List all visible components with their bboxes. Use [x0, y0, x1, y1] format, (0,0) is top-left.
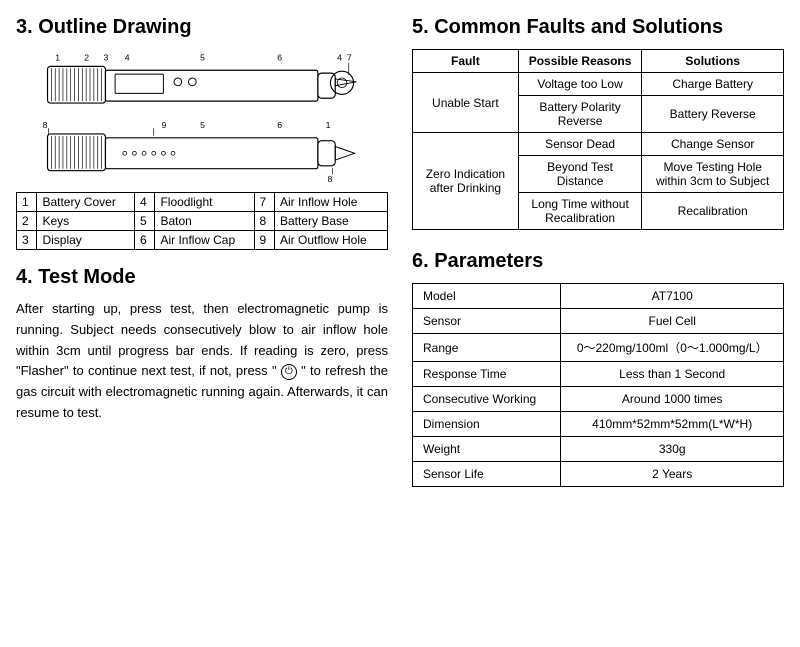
svg-text:1: 1	[326, 120, 331, 130]
part-name-1: Battery Cover	[37, 193, 135, 212]
part-name-3: Display	[37, 231, 135, 250]
faults-section: 5. Common Faults and Solutions Fault Pos…	[412, 16, 784, 230]
part-name-8: Battery Base	[275, 212, 388, 231]
faults-table: Fault Possible Reasons Solutions Unable …	[412, 49, 784, 230]
solution-recalibration: Recalibration	[642, 193, 784, 230]
param-label: Dimension	[413, 412, 561, 437]
param-row: SensorFuel Cell	[413, 309, 784, 334]
part-num-4: 4	[135, 193, 155, 212]
parts-table: 1 Battery Cover 4 Floodlight 7 Air Inflo…	[16, 192, 388, 250]
svg-text:7: 7	[347, 53, 352, 63]
svg-text:9: 9	[161, 120, 166, 130]
part-num-3: 3	[17, 231, 37, 250]
svg-text:5: 5	[200, 53, 205, 63]
solution-move-testing-hole: Move Testing Hole within 3cm to Subject	[642, 156, 784, 193]
part-name-6: Air Inflow Cap	[155, 231, 254, 250]
fault-zero-indication: Zero Indication after Drinking	[413, 133, 519, 230]
param-value: 2 Years	[561, 462, 784, 487]
parameters-title: 6. Parameters	[412, 250, 784, 273]
test-mode-section: 4. Test Mode After starting up, press te…	[16, 266, 388, 424]
part-num-6: 6	[135, 231, 155, 250]
reason-long-time: Long Time without Recalibration	[518, 193, 642, 230]
power-button-icon: ⏻	[281, 364, 297, 380]
svg-text:6: 6	[277, 53, 282, 63]
svg-text:4: 4	[337, 53, 342, 63]
part-num-5: 5	[135, 212, 155, 231]
param-value: 410mm*52mm*52mm(L*W*H)	[561, 412, 784, 437]
param-row: Sensor Life2 Years	[413, 462, 784, 487]
param-row: Weight330g	[413, 437, 784, 462]
solution-battery-reverse: Battery Reverse	[642, 96, 784, 133]
parameters-table: ModelAT7100SensorFuel CellRange0～220mg/1…	[412, 283, 784, 487]
reason-sensor-dead: Sensor Dead	[518, 133, 642, 156]
svg-text:2: 2	[84, 53, 89, 63]
test-mode-body: After starting up, press test, then elec…	[16, 299, 388, 424]
param-label: Model	[413, 284, 561, 309]
part-name-5: Baton	[155, 212, 254, 231]
param-row: Response TimeLess than 1 Second	[413, 362, 784, 387]
param-label: Consecutive Working	[413, 387, 561, 412]
reason-voltage-low: Voltage too Low	[518, 73, 642, 96]
solution-change-sensor: Change Sensor	[642, 133, 784, 156]
part-num-9: 9	[254, 231, 274, 250]
part-name-9: Air Outflow Hole	[275, 231, 388, 250]
part-num-7: 7	[254, 193, 274, 212]
svg-text:1: 1	[55, 53, 60, 63]
param-value: 330g	[561, 437, 784, 462]
solution-charge-battery: Charge Battery	[642, 73, 784, 96]
param-value: Less than 1 Second	[561, 362, 784, 387]
param-row: ModelAT7100	[413, 284, 784, 309]
device-drawing: 1 2 3 4 5 6 4	[16, 49, 388, 189]
parameters-section: 6. Parameters ModelAT7100SensorFuel Cell…	[412, 250, 784, 487]
part-num-2: 2	[17, 212, 37, 231]
param-value: Fuel Cell	[561, 309, 784, 334]
part-num-1: 1	[17, 193, 37, 212]
part-num-8: 8	[254, 212, 274, 231]
svg-text:8: 8	[328, 174, 333, 184]
outline-section: 3. Outline Drawing 1 2 3 4 5 6 4	[16, 16, 388, 250]
param-label: Weight	[413, 437, 561, 462]
param-row: Dimension410mm*52mm*52mm(L*W*H)	[413, 412, 784, 437]
part-name-2: Keys	[37, 212, 135, 231]
param-label: Sensor Life	[413, 462, 561, 487]
param-row: Consecutive WorkingAround 1000 times	[413, 387, 784, 412]
reason-beyond-test-distance: Beyond Test Distance	[518, 156, 642, 193]
param-row: Range0～220mg/100ml（0～1.000mg/L）	[413, 334, 784, 362]
test-mode-title: 4. Test Mode	[16, 266, 388, 289]
faults-title: 5. Common Faults and Solutions	[412, 16, 784, 39]
svg-text:4: 4	[125, 53, 130, 63]
part-name-4: Floodlight	[155, 193, 254, 212]
svg-text:6: 6	[277, 120, 282, 130]
svg-text:8: 8	[43, 120, 48, 130]
outline-title: 3. Outline Drawing	[16, 16, 388, 39]
faults-header-solutions: Solutions	[642, 50, 784, 73]
part-name-7: Air Inflow Hole	[275, 193, 388, 212]
param-value: 0～220mg/100ml（0～1.000mg/L）	[561, 334, 784, 362]
param-value: Around 1000 times	[561, 387, 784, 412]
svg-text:3: 3	[104, 53, 109, 63]
faults-header-fault: Fault	[413, 50, 519, 73]
param-label: Range	[413, 334, 561, 362]
param-label: Sensor	[413, 309, 561, 334]
faults-header-reasons: Possible Reasons	[518, 50, 642, 73]
fault-unable-start: Unable Start	[413, 73, 519, 133]
param-value: AT7100	[561, 284, 784, 309]
reason-battery-polarity: Battery Polarity Reverse	[518, 96, 642, 133]
param-label: Response Time	[413, 362, 561, 387]
svg-text:5: 5	[200, 120, 205, 130]
